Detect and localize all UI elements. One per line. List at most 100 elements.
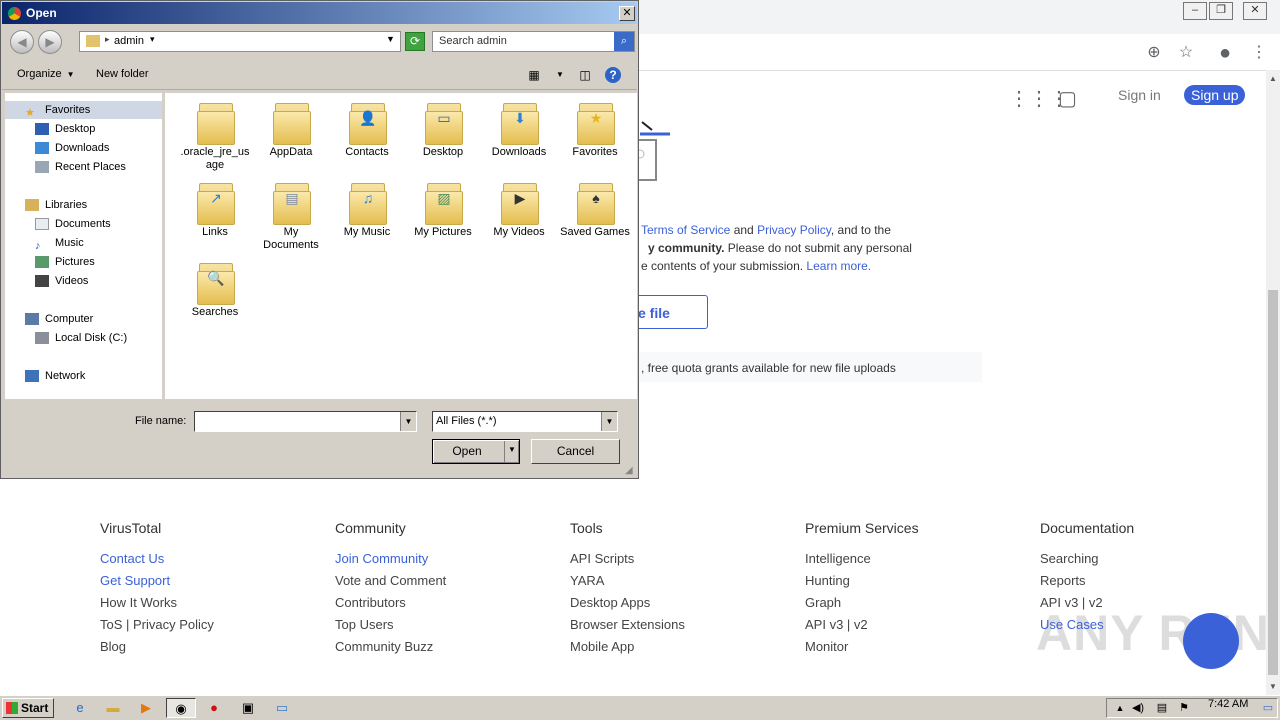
- footer-link[interactable]: Searching: [1040, 548, 1134, 570]
- folder-item[interactable]: 🔍 Searches: [179, 259, 251, 319]
- nav-computer[interactable]: Computer: [25, 310, 93, 328]
- close-window-button[interactable]: ✕: [1243, 2, 1267, 20]
- footer-link[interactable]: Use Cases: [1040, 614, 1134, 636]
- minimize-button[interactable]: –: [1183, 2, 1207, 20]
- terms-link[interactable]: Terms of Service: [641, 223, 730, 237]
- network-tray-icon[interactable]: ▤: [1150, 698, 1174, 718]
- nav-pictures[interactable]: Pictures: [35, 253, 95, 271]
- remote-desktop-icon[interactable]: ▭: [270, 698, 294, 718]
- restore-button[interactable]: ❐: [1209, 2, 1233, 20]
- folder-item[interactable]: ↗ Links: [179, 179, 251, 239]
- action-center-flag-icon[interactable]: ⚑: [1172, 698, 1196, 718]
- address-bar[interactable]: ▸ admin ▾ ▼: [79, 31, 401, 52]
- refresh-button[interactable]: ⟳: [405, 32, 425, 51]
- nav-videos[interactable]: Videos: [35, 272, 88, 290]
- app-icon[interactable]: ▣: [236, 698, 260, 718]
- folder-item[interactable]: ▶ My Videos: [483, 179, 555, 239]
- sign-up-button[interactable]: Sign up: [1184, 85, 1246, 105]
- file-type-select[interactable]: All Files (*.*) ▼: [432, 411, 618, 432]
- footer-link[interactable]: API v3 | v2: [1040, 592, 1134, 614]
- help-icon[interactable]: ?: [605, 67, 621, 83]
- scrollbar-thumb[interactable]: [1268, 290, 1278, 675]
- folder-item[interactable]: .oracle_jre_usage: [179, 99, 251, 172]
- folder-item[interactable]: ⬇ Downloads: [483, 99, 555, 159]
- folder-item[interactable]: ★ Favorites: [559, 99, 631, 159]
- nav-local-disk[interactable]: Local Disk (C:): [35, 329, 127, 347]
- chevron-down-icon[interactable]: ▼: [400, 412, 416, 431]
- start-button[interactable]: Start: [2, 698, 54, 718]
- footer-link[interactable]: Contributors: [335, 592, 446, 614]
- new-folder-button[interactable]: New folder: [96, 68, 149, 80]
- nav-music[interactable]: ♪ Music: [35, 234, 84, 252]
- breadcrumb-admin[interactable]: admin: [114, 35, 144, 47]
- nav-libraries[interactable]: Libraries: [25, 196, 87, 214]
- breadcrumb-chevron-icon[interactable]: ▸: [105, 34, 110, 45]
- folder-item[interactable]: ♠ Saved Games: [559, 179, 631, 239]
- file-name-input[interactable]: ▼: [194, 411, 417, 432]
- footer-link[interactable]: Intelligence: [805, 548, 919, 570]
- chevron-down-icon[interactable]: ▼: [601, 412, 617, 431]
- organize-button[interactable]: Organize ▼: [17, 68, 75, 80]
- preview-pane-icon[interactable]: ◫: [577, 67, 593, 83]
- footer-link[interactable]: Mobile App: [570, 636, 685, 658]
- scroll-down-arrow[interactable]: ▼: [1266, 680, 1280, 694]
- nav-documents[interactable]: Documents: [35, 215, 111, 233]
- footer-link[interactable]: Graph: [805, 592, 919, 614]
- footer-link[interactable]: Hunting: [805, 570, 919, 592]
- footer-link[interactable]: Top Users: [335, 614, 446, 636]
- footer-link[interactable]: How It Works: [100, 592, 214, 614]
- nav-favorites[interactable]: ★ Favorites: [5, 101, 162, 119]
- footer-link[interactable]: Reports: [1040, 570, 1134, 592]
- forward-button[interactable]: ▶: [38, 30, 62, 54]
- menu-dots-icon[interactable]: ⋮: [1249, 43, 1269, 63]
- opera-icon[interactable]: ●: [202, 698, 226, 718]
- breadcrumb-dropdown-icon[interactable]: ▾: [150, 34, 155, 45]
- footer-link[interactable]: Monitor: [805, 636, 919, 658]
- search-input[interactable]: Search admin ⌕: [432, 31, 635, 52]
- footer-link[interactable]: YARA: [570, 570, 685, 592]
- footer-link[interactable]: Get Support: [100, 570, 214, 592]
- open-button[interactable]: Open: [432, 439, 520, 464]
- folder-item[interactable]: ♫ My Music: [331, 179, 403, 239]
- cancel-button[interactable]: Cancel: [531, 439, 620, 464]
- footer-link[interactable]: Community Buzz: [335, 636, 446, 658]
- footer-link[interactable]: Vote and Comment: [335, 570, 446, 592]
- footer-link[interactable]: Blog: [100, 636, 214, 658]
- chat-icon[interactable]: ▢: [1058, 86, 1077, 111]
- volume-icon[interactable]: ◀): [1126, 698, 1150, 718]
- taskbar-clock[interactable]: 7:42 AM: [1208, 698, 1248, 710]
- add-icon[interactable]: ⊕: [1144, 43, 1164, 63]
- search-icon[interactable]: ⌕: [614, 32, 634, 51]
- bookmark-star-icon[interactable]: ☆: [1176, 43, 1196, 63]
- footer-link[interactable]: ToS | Privacy Policy: [100, 614, 214, 636]
- scroll-up-arrow[interactable]: ▲: [1266, 72, 1280, 86]
- chrome-taskbar-icon[interactable]: ◉: [166, 698, 196, 718]
- privacy-link[interactable]: Privacy Policy: [757, 223, 831, 237]
- show-desktop-icon[interactable]: ▭: [1256, 698, 1280, 718]
- dialog-titlebar[interactable]: Open ✕: [2, 2, 637, 24]
- back-button[interactable]: ◀: [10, 30, 34, 54]
- resize-grip-icon[interactable]: ◢: [625, 465, 633, 476]
- dialog-close-button[interactable]: ✕: [619, 6, 635, 21]
- footer-link[interactable]: Browser Extensions: [570, 614, 685, 636]
- footer-link[interactable]: Join Community: [335, 548, 446, 570]
- folder-item[interactable]: ▨ My Pictures: [407, 179, 479, 239]
- chat-support-button[interactable]: [1183, 613, 1239, 669]
- open-dropdown-icon[interactable]: ▼: [508, 445, 516, 454]
- folder-item[interactable]: AppData: [255, 99, 327, 159]
- media-player-icon[interactable]: ▶: [134, 698, 158, 718]
- folder-item[interactable]: 👤 Contacts: [331, 99, 403, 159]
- nav-downloads[interactable]: Downloads: [35, 139, 109, 157]
- nav-network[interactable]: Network: [25, 367, 85, 385]
- explorer-icon[interactable]: ▬: [101, 698, 125, 718]
- view-dropdown-icon[interactable]: ▼: [552, 67, 568, 83]
- sign-in-link[interactable]: Sign in: [1118, 87, 1161, 103]
- footer-link[interactable]: Contact Us: [100, 548, 214, 570]
- folder-item[interactable]: ▭ Desktop: [407, 99, 479, 159]
- nav-recent-places[interactable]: Recent Places: [35, 158, 126, 176]
- view-options-icon[interactable]: ▦: [526, 67, 542, 83]
- profile-icon[interactable]: ●: [1215, 43, 1235, 63]
- internet-explorer-icon[interactable]: e: [68, 698, 92, 718]
- address-dropdown-icon[interactable]: ▼: [386, 34, 395, 44]
- folder-item[interactable]: ▤ My Documents: [255, 179, 327, 252]
